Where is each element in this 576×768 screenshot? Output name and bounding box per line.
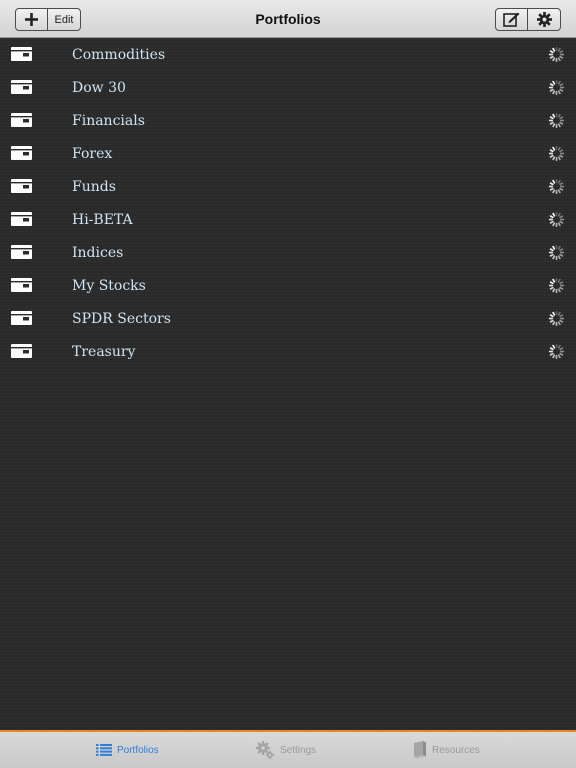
loading-spinner-icon <box>548 277 565 294</box>
portfolio-name: My Stocks <box>72 277 146 294</box>
tab-label: Portfolios <box>117 744 159 756</box>
portfolio-name: Dow 30 <box>72 79 126 96</box>
list-item[interactable]: Indices <box>0 236 576 269</box>
list-item[interactable]: Treasury <box>0 335 576 368</box>
tab-bar: Portfolios Settings Resources <box>0 730 576 768</box>
portfolio-list: Commodities Dow 30 Financials Forex Funds Hi-… <box>0 38 576 730</box>
right-button-group <box>495 8 561 31</box>
list-item[interactable]: Commodities <box>0 38 576 71</box>
portfolio-name: Commodities <box>72 46 166 63</box>
portfolio-name: Hi-BETA <box>72 211 133 228</box>
list-item[interactable]: Financials <box>0 104 576 137</box>
list-item[interactable]: Forex <box>0 137 576 170</box>
loading-spinner-icon <box>548 310 565 327</box>
loading-spinner-icon <box>548 112 565 129</box>
gears-icon <box>256 741 275 760</box>
loading-spinner-icon <box>548 343 565 360</box>
page-title: Portfolios <box>255 11 321 27</box>
portfolio-folder-icon <box>11 80 32 94</box>
portfolio-folder-icon <box>11 344 32 358</box>
book-icon <box>414 741 426 759</box>
portfolio-folder-icon <box>11 47 32 61</box>
plus-icon <box>25 13 38 26</box>
tab-portfolios[interactable]: Portfolios <box>96 732 159 768</box>
portfolio-name: SPDR Sectors <box>72 310 171 327</box>
portfolio-name: Funds <box>72 178 116 195</box>
portfolio-folder-icon <box>11 245 32 259</box>
portfolio-folder-icon <box>11 212 32 226</box>
portfolio-folder-icon <box>11 146 32 160</box>
portfolio-name: Treasury <box>72 343 136 360</box>
add-portfolio-button[interactable] <box>16 9 48 30</box>
loading-spinner-icon <box>548 145 565 162</box>
nav-bar: Portfolios Edit <box>0 0 576 38</box>
portfolio-folder-icon <box>11 278 32 292</box>
portfolio-name: Forex <box>72 145 113 162</box>
list-item[interactable]: My Stocks <box>0 269 576 302</box>
compose-button[interactable] <box>496 9 529 30</box>
loading-spinner-icon <box>548 46 565 63</box>
list-item[interactable]: Dow 30 <box>0 71 576 104</box>
list-icon <box>96 744 112 756</box>
tab-label: Settings <box>280 744 317 756</box>
loading-spinner-icon <box>548 211 565 228</box>
settings-button[interactable] <box>528 9 560 30</box>
edit-button[interactable]: Edit <box>48 9 80 30</box>
portfolio-name: Financials <box>72 112 145 129</box>
loading-spinner-icon <box>548 178 565 195</box>
compose-icon <box>503 12 520 27</box>
portfolio-folder-icon <box>11 179 32 193</box>
tab-resources[interactable]: Resources <box>413 732 480 768</box>
portfolio-folder-icon <box>11 113 32 127</box>
portfolio-folder-icon <box>11 311 32 325</box>
gear-icon <box>536 12 552 27</box>
loading-spinner-icon <box>548 244 565 261</box>
loading-spinner-icon <box>548 79 565 96</box>
list-item[interactable]: Hi-BETA <box>0 203 576 236</box>
portfolio-name: Indices <box>72 244 124 261</box>
tab-label: Resources <box>432 744 480 756</box>
tab-settings[interactable]: Settings <box>255 732 316 768</box>
left-button-group: Edit <box>15 8 81 31</box>
list-item[interactable]: Funds <box>0 170 576 203</box>
list-item[interactable]: SPDR Sectors <box>0 302 576 335</box>
